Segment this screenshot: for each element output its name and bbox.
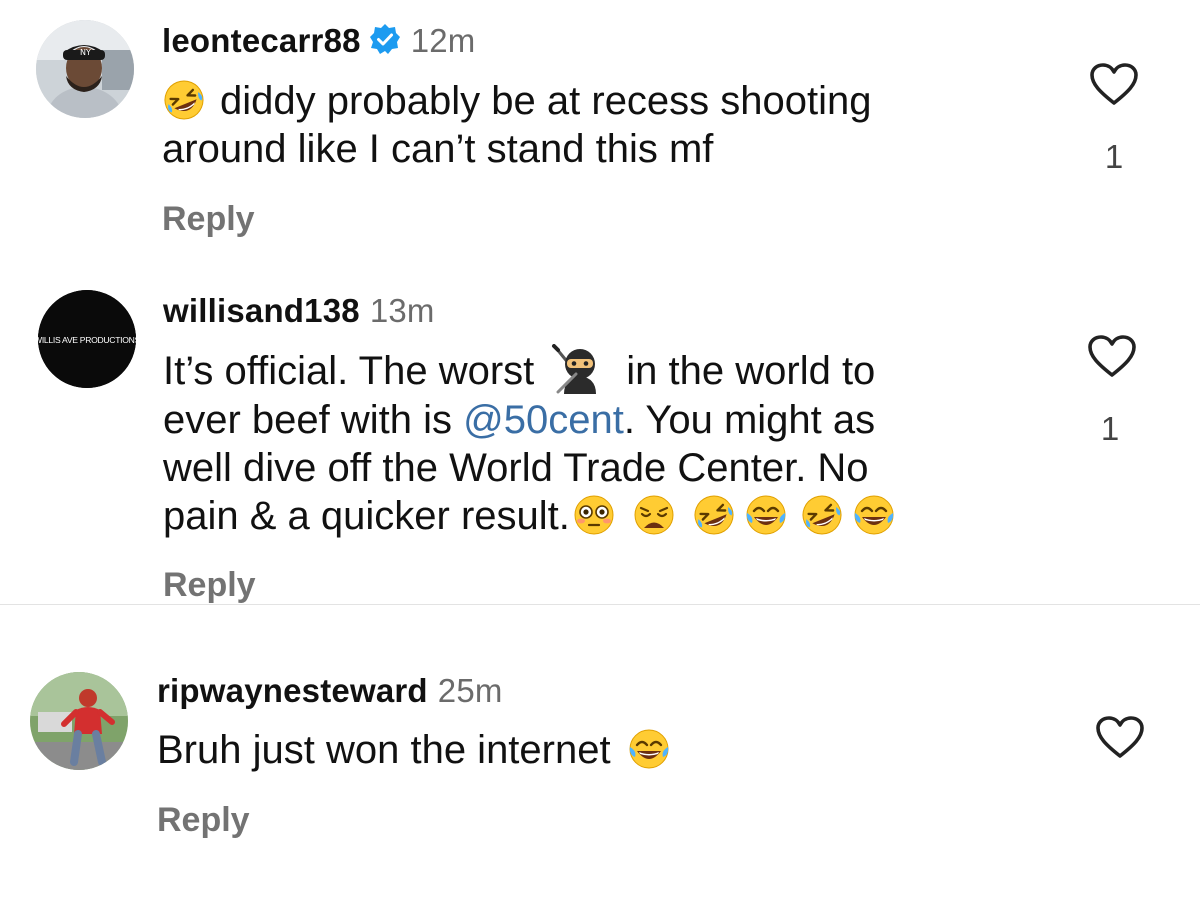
reply-button[interactable]: Reply xyxy=(162,200,255,239)
comment-line-text: . You might as xyxy=(623,398,876,442)
reply-button[interactable]: Reply xyxy=(157,801,250,840)
username[interactable]: willisand138 xyxy=(163,292,360,329)
heart-outline-icon[interactable] xyxy=(1088,61,1140,107)
comment-line: pain & a quicker result. xyxy=(163,492,896,540)
username-row: ripwaynesteward 25m xyxy=(157,672,503,710)
verified-badge-icon xyxy=(369,24,400,54)
rolling-laughing-emoji xyxy=(692,493,736,537)
comment-text: It’s official. The worst in the world to … xyxy=(163,344,896,540)
comment-line: ever beef with is @50cent. You might as xyxy=(163,396,896,444)
like-count[interactable]: 1 xyxy=(1094,138,1134,176)
comment-line: Bruh just won the internet xyxy=(157,726,671,774)
comment-line: well dive off the World Trade Center. No xyxy=(163,446,869,490)
reply-button[interactable]: Reply xyxy=(163,566,256,605)
avatar-text: WILLIS AVE PRODUCTIONS xyxy=(38,335,136,345)
comment-line: It’s official. The worst in the world to xyxy=(163,344,896,396)
comment-time: 25m xyxy=(437,672,503,709)
like-count[interactable]: 1 xyxy=(1090,410,1130,448)
comment-line-text: It’s official. The worst xyxy=(163,349,535,393)
comment-line-text: Bruh just won the internet xyxy=(157,728,611,772)
divider xyxy=(0,604,1200,605)
comment-line-text: pain & a quicker result. xyxy=(163,494,570,538)
tears-of-joy-emoji xyxy=(627,727,671,771)
comment-text: Bruh just won the internet xyxy=(157,726,671,774)
heart-outline-icon[interactable] xyxy=(1094,714,1146,760)
comment-text: diddy probably be at recess shooting aro… xyxy=(162,77,872,173)
mention-link[interactable]: @50cent xyxy=(463,398,624,442)
avatar[interactable]: NY xyxy=(36,20,134,118)
comment-line-text: ever beef with is xyxy=(163,398,453,442)
avatar[interactable]: WILLIS AVE PRODUCTIONS xyxy=(38,290,136,388)
comment-time: 13m xyxy=(369,292,435,329)
weary-emoji xyxy=(632,493,676,537)
username[interactable]: ripwaynesteward xyxy=(157,672,428,709)
rolling-laughing-emoji xyxy=(800,493,844,537)
comment-time: 12m xyxy=(410,22,476,59)
avatar[interactable] xyxy=(30,672,128,770)
tears-of-joy-emoji xyxy=(852,493,896,537)
comment-line-text: in the world to xyxy=(626,349,876,393)
heart-outline-icon[interactable] xyxy=(1086,333,1138,379)
svg-text:NY: NY xyxy=(80,48,91,57)
comment-line-text: diddy probably be at recess shooting xyxy=(220,79,872,123)
username[interactable]: leontecarr88 xyxy=(162,22,361,59)
ninja-emoji xyxy=(550,344,610,396)
flushed-emoji xyxy=(572,493,616,537)
comment-line: around like I can’t stand this mf xyxy=(162,127,714,171)
username-row: willisand138 13m xyxy=(163,292,435,330)
username-row: leontecarr88 12m xyxy=(162,22,475,60)
tears-of-joy-emoji xyxy=(744,493,788,537)
comment-line: diddy probably be at recess shooting xyxy=(162,77,872,125)
rolling-laughing-emoji xyxy=(162,78,206,122)
